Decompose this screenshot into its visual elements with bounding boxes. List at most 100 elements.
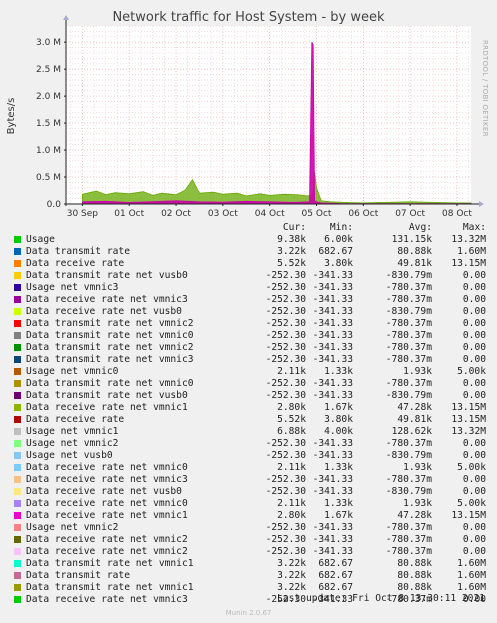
legend-swatch: [14, 272, 21, 279]
legend-min-value: -341.33: [312, 342, 353, 353]
legend-label: Data transmit rate net vmnic0: [26, 330, 194, 341]
legend-max-value: 0.00: [462, 378, 486, 389]
legend-avg-value: 1.93k: [403, 462, 432, 473]
legend-avg-value: -780.37m: [385, 318, 432, 329]
legend-label: Data receive rate: [26, 258, 125, 269]
legend-max-value: 5.00k: [457, 498, 486, 509]
legend-label: Data transmit rate net vmnic1: [26, 558, 194, 569]
legend-min-value: -341.33: [312, 318, 353, 329]
legend-row: Data receive rate net vmnic3 -252.30 -341.…: [12, 474, 490, 486]
legend-cur-value: -252.30: [265, 390, 306, 401]
legend-min-value: -341.33: [312, 294, 353, 305]
legend-label: Data receive rate net vmnic3: [26, 594, 188, 605]
legend-label: Usage net vmnic1: [26, 426, 119, 437]
legend-avg-value: 131.15k: [391, 234, 432, 245]
legend-cur-value: -252.30: [265, 294, 306, 305]
legend-swatch: [14, 332, 21, 339]
x-axis-arrow: [479, 201, 484, 207]
legend-swatch: [14, 416, 21, 423]
legend-label: Data receive rate net vusb0: [26, 306, 182, 317]
legend-label: Data receive rate net vmnic2: [26, 534, 188, 545]
legend-label: Data transmit rate net vmnic1: [26, 582, 194, 593]
legend-avg-value: 80.88k: [397, 582, 432, 593]
legend-min-value: -341.33: [312, 282, 353, 293]
legend-label: Data transmit rate net vmnic3: [26, 354, 194, 365]
legend-cur-value: -252.30: [265, 270, 306, 281]
legend-max-value: 0.00: [462, 450, 486, 461]
legend-avg-value: -830.79m: [385, 390, 432, 401]
legend-row: Data transmit rate net vusb0 -252.30 -341.…: [12, 390, 490, 402]
legend-max-value: 0.00: [462, 306, 486, 317]
legend-min-value: 682.67: [318, 570, 353, 581]
legend-cur-value: -252.30: [265, 330, 306, 341]
legend-max-value: 5.00k: [457, 462, 486, 473]
legend-min-value: -341.33: [312, 270, 353, 281]
legend-avg-value: -780.37m: [385, 342, 432, 353]
legend-max-value: 0.00: [462, 270, 486, 281]
legend-avg-value: -830.79m: [385, 450, 432, 461]
legend-min-value: -341.33: [312, 474, 353, 485]
legend-max-value: 1.60M: [457, 558, 486, 569]
legend-row: Data receive rate net vmnic2 -252.30 -341.…: [12, 546, 490, 558]
legend-row: Usage net vmnic3 -252.30 -341.33 -780.37m 0.…: [12, 282, 490, 294]
legend-swatch: [14, 284, 21, 291]
legend-row: Data receive rate net vmnic1 2.80k 1.67k 47…: [12, 510, 490, 522]
legend-label: Data transmit rate: [26, 246, 130, 257]
legend-min-value: -341.33: [312, 438, 353, 449]
legend-max-value: 13.15M: [451, 402, 486, 413]
legend-avg-value: -780.37m: [385, 282, 432, 293]
legend-row: Data receive rate net vmnic0 2.11k 1.33k 1.…: [12, 462, 490, 474]
legend-max-value: 13.15M: [451, 414, 486, 425]
legend-cur-value: -252.30: [265, 378, 306, 389]
x-tick-label: 30 Sep: [67, 209, 99, 219]
legend-swatch: [14, 368, 21, 375]
legend-cur-value: -252.30: [265, 534, 306, 545]
legend-label: Data receive rate net vmnic0: [26, 462, 188, 473]
legend-swatch: [14, 440, 21, 447]
y-tick-label: 0.0: [47, 200, 62, 210]
legend-cur-value: -252.30: [265, 282, 306, 293]
legend-avg-value: 128.62k: [391, 426, 432, 437]
legend-swatch: [14, 536, 21, 543]
legend-swatch: [14, 548, 21, 555]
legend-label: Data receive rate net vmnic1: [26, 510, 188, 521]
legend-swatch: [14, 572, 21, 579]
legend-max-value: 0.00: [462, 390, 486, 401]
legend-swatch: [14, 464, 21, 471]
legend-cur-value: 2.11k: [277, 366, 306, 377]
legend-label: Data transmit rate net vmnic0: [26, 378, 194, 389]
legend-swatch: [14, 356, 21, 363]
y-tick-label: 1.0 M: [36, 146, 61, 156]
legend-avg-value: 80.88k: [397, 246, 432, 257]
min-header: Min:: [329, 222, 353, 233]
legend-cur-value: -252.30: [265, 318, 306, 329]
legend-max-value: 5.00k: [457, 366, 486, 377]
legend-avg-value: 80.88k: [397, 570, 432, 581]
legend-swatch: [14, 320, 21, 327]
legend-min-value: -341.33: [312, 546, 353, 557]
legend-row: Data receive rate 5.52k 3.80k 49.81k 13.15M: [12, 414, 490, 426]
legend-avg-value: -830.79m: [385, 486, 432, 497]
munin-version: Munin 2.0.67: [225, 609, 272, 617]
legend-max-value: 1.60M: [457, 246, 486, 257]
legend-label: Usage net vusb0: [26, 450, 113, 461]
legend-min-value: 1.67k: [324, 402, 353, 413]
legend-max-value: 13.15M: [451, 258, 486, 269]
legend-swatch: [14, 428, 21, 435]
legend-avg-value: -780.37m: [385, 438, 432, 449]
legend-label: Data transmit rate net vmnic2: [26, 318, 194, 329]
y-tick-label: 3.0 M: [36, 38, 61, 48]
legend-max-value: 0.00: [462, 486, 486, 497]
max-header: Max:: [462, 222, 486, 233]
legend-cur-value: -252.30: [265, 354, 306, 365]
legend-header: Cur: Min: Avg: Max:: [12, 222, 490, 234]
legend-swatch: [14, 380, 21, 387]
legend-cur-value: 2.11k: [277, 498, 306, 509]
legend-row: Data transmit rate net vusb0 -252.30 -341.…: [12, 270, 490, 282]
y-tick-label: 2.5 M: [36, 65, 61, 75]
legend-swatch: [14, 248, 21, 255]
legend-cur-value: 6.88k: [277, 426, 306, 437]
legend-swatch: [14, 260, 21, 267]
legend-avg-value: 47.28k: [397, 402, 432, 413]
legend-row: Usage net vmnic2 -252.30 -341.33 -780.37m 0.…: [12, 438, 490, 450]
